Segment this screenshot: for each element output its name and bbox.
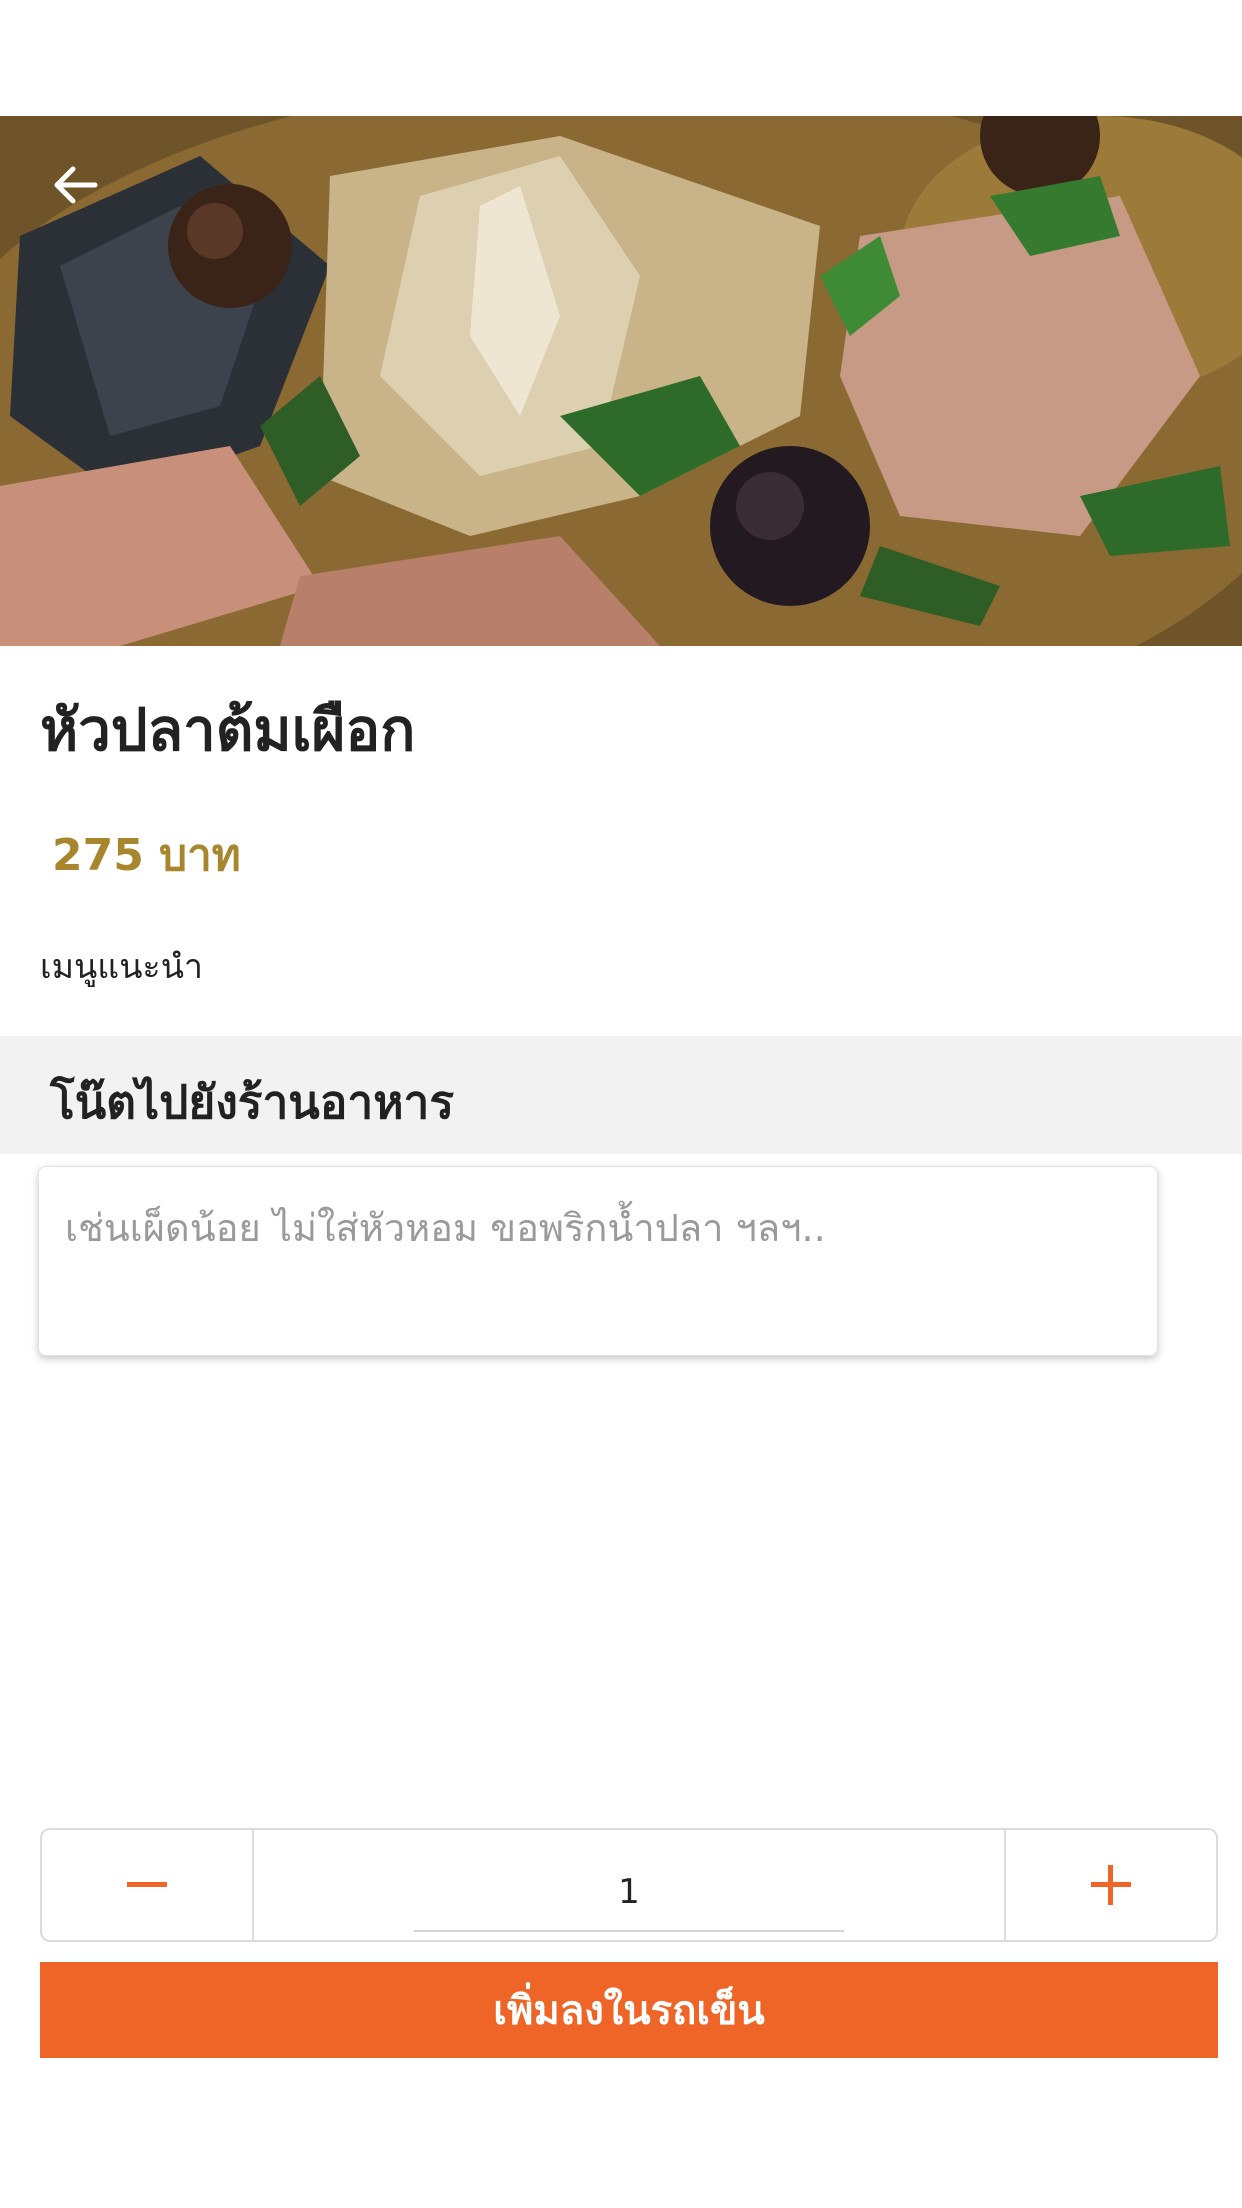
increase-quantity-button[interactable] [1004, 1830, 1216, 1940]
dish-tag: เมนูแนะนำ [40, 947, 204, 987]
add-to-cart-button[interactable]: เพิ่มลงในรถเข็น [40, 1962, 1218, 2058]
dish-photo [0, 116, 1242, 646]
plus-icon [1091, 1865, 1131, 1905]
arrow-left-icon [54, 166, 98, 204]
dish-detail-screen: หัวปลาต้มเผือก 275 บาท เมนูแนะนำ โน๊ตไปย… [0, 0, 1242, 2208]
quantity-stepper [40, 1828, 1218, 1942]
quantity-display [254, 1830, 1004, 1940]
dish-price: 275 บาท [52, 830, 241, 881]
minus-icon [127, 1882, 167, 1887]
quantity-input[interactable] [414, 1872, 844, 1932]
note-section-title: โน๊ตไปยังร้านอาหาร [50, 1075, 455, 1129]
note-input[interactable] [38, 1166, 1158, 1356]
dish-name: หัวปลาต้มเผือก [40, 696, 416, 764]
top-bar [0, 0, 1242, 116]
decrease-quantity-button[interactable] [42, 1830, 254, 1940]
back-button[interactable] [40, 150, 110, 220]
